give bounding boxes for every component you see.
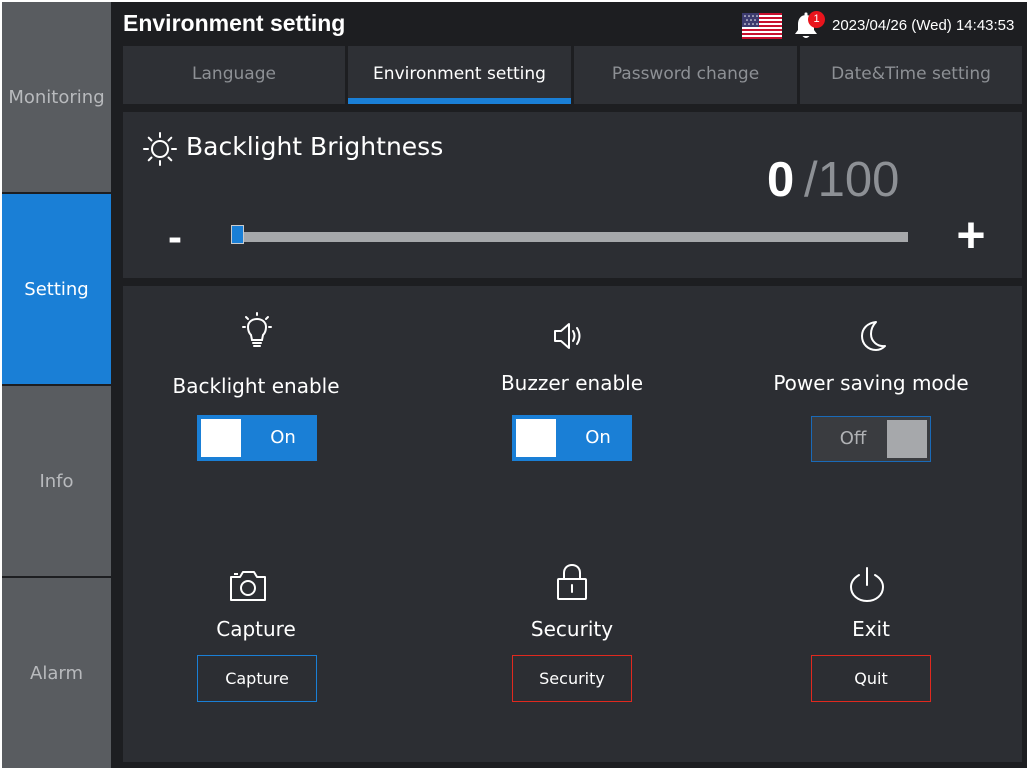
toggle-state-label: On [270, 427, 296, 448]
lock-icon [557, 564, 587, 600]
backlight-enable-toggle[interactable]: On [197, 415, 317, 461]
moon-icon [861, 321, 886, 351]
sidebar-item-alarm[interactable]: Alarm [2, 578, 111, 768]
toggle-knob [201, 419, 241, 457]
tab-password-change[interactable]: Password change [574, 46, 797, 104]
buzzer-enable-toggle[interactable]: On [512, 415, 632, 461]
brightness-title: Backlight Brightness [186, 132, 444, 161]
sidebar-item-monitoring[interactable]: Monitoring [2, 2, 111, 192]
tab-environment-setting-label: Environment setting [373, 64, 546, 84]
capture-label: Capture [216, 617, 296, 641]
sidebar-nav: Monitoring Setting Info Alarm [2, 2, 111, 768]
tab-date-time-setting[interactable]: Date&Time setting [800, 46, 1022, 104]
power-saving-toggle[interactable]: Off [811, 416, 931, 462]
brightness-max: /100 [804, 153, 900, 207]
sun-icon [143, 132, 177, 166]
exit-label: Exit [852, 617, 890, 641]
toggle-state-label: On [585, 427, 611, 448]
backlight-enable-label: Backlight enable [172, 374, 340, 398]
buzzer-enable-label: Buzzer enable [500, 371, 644, 395]
sidebar-item-setting[interactable]: Setting [2, 194, 111, 384]
lightbulb-icon [242, 312, 272, 347]
sidebar-item-info[interactable]: Info [2, 386, 111, 576]
capture-button[interactable]: Capture [197, 655, 317, 702]
brightness-slider-track[interactable] [237, 232, 908, 242]
brightness-decrease-button[interactable]: - [160, 214, 190, 260]
toggle-knob [516, 419, 556, 457]
power-saving-label: Power saving mode [773, 371, 969, 395]
tab-language[interactable]: Language [123, 46, 345, 104]
security-button[interactable]: Security [512, 655, 632, 702]
brightness-value: 0 [767, 153, 795, 207]
camera-icon [230, 571, 266, 601]
us-flag-icon[interactable] [742, 13, 782, 39]
quit-button[interactable]: Quit [811, 655, 931, 702]
notification-badge: 1 [808, 11, 825, 28]
toggle-knob [887, 420, 927, 458]
datetime-display: 2023/04/26 (Wed) 14:43:53 [832, 17, 1015, 34]
page-title: Environment setting [123, 10, 346, 36]
toggle-state-label: Off [839, 428, 867, 449]
security-label: Security [530, 617, 614, 641]
power-icon [849, 567, 885, 603]
brightness-increase-button[interactable]: + [948, 210, 994, 260]
brightness-slider-thumb[interactable] [231, 225, 244, 244]
tab-environment-setting[interactable]: Environment setting [348, 46, 571, 104]
speaker-icon [554, 323, 581, 349]
active-tab-indicator [348, 98, 571, 104]
